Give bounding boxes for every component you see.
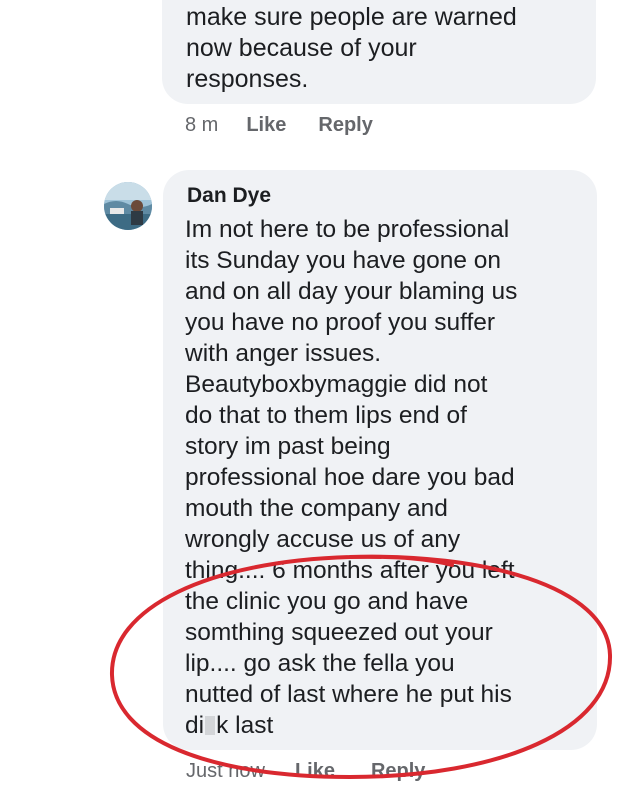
comment-text: Im not here to be professional its Sunda… — [185, 214, 590, 741]
comment-text-line-last: di k last — [185, 710, 590, 741]
comment-text-line: and on all day your blaming us — [185, 278, 518, 305]
comment-text-line: do that to them lips end of — [185, 402, 467, 429]
comment-text-line: with anger issues. — [185, 340, 382, 367]
censored-word-end: k last — [216, 712, 274, 739]
like-button[interactable]: Like — [295, 760, 335, 783]
comment-author[interactable]: Dan Dye — [187, 184, 271, 208]
comment-text-line: the clinic you go and have — [185, 588, 469, 615]
comment-text-line: lip.... go ask the fella you — [185, 650, 455, 677]
comment-text-line: story im past being — [185, 433, 391, 460]
comment-text-line: mouth the company and — [185, 495, 448, 522]
comment-text-line: nutted of last where he put his — [185, 681, 512, 708]
like-button[interactable]: Like — [246, 114, 286, 137]
comment-text-line: responses. — [186, 65, 309, 93]
comment-text-line: make sure people are warned — [186, 3, 517, 31]
comment-text-line: thing.... 6 months after you left — [185, 557, 515, 584]
comment-text-line: now because of your — [186, 34, 417, 62]
comment-text-line: Im not here to be professional — [185, 216, 510, 243]
profile-photo-icon — [104, 182, 152, 230]
comment-actions: Just now Like Reply — [186, 760, 425, 783]
reply-button[interactable]: Reply — [371, 760, 425, 783]
censor-block — [205, 716, 216, 735]
censored-word-start: di — [185, 712, 205, 739]
comment-timestamp[interactable]: Just now — [186, 760, 265, 783]
comment-bubble: Dan Dye Im not here to be professional i… — [163, 170, 597, 750]
comment-actions: 8 m Like Reply — [185, 114, 373, 137]
comment-text-line: its Sunday you have gone on — [185, 247, 502, 274]
comment-text-line: you have no proof you suffer — [185, 309, 496, 336]
comment-text-line: wrongly accuse us of any — [185, 526, 461, 553]
comment-text-line: professional hoe dare you bad — [185, 464, 515, 491]
comment-text-line: somthing squeezed out your — [185, 619, 493, 646]
comment-bubble: make sure people are warned now because … — [162, 0, 596, 104]
avatar[interactable] — [104, 182, 152, 230]
comment-timestamp[interactable]: 8 m — [185, 114, 218, 137]
comment-text-line: Beautyboxbymaggie did not — [185, 371, 488, 398]
comment-text: make sure people are warned now because … — [186, 2, 586, 95]
reply-button[interactable]: Reply — [318, 114, 372, 137]
